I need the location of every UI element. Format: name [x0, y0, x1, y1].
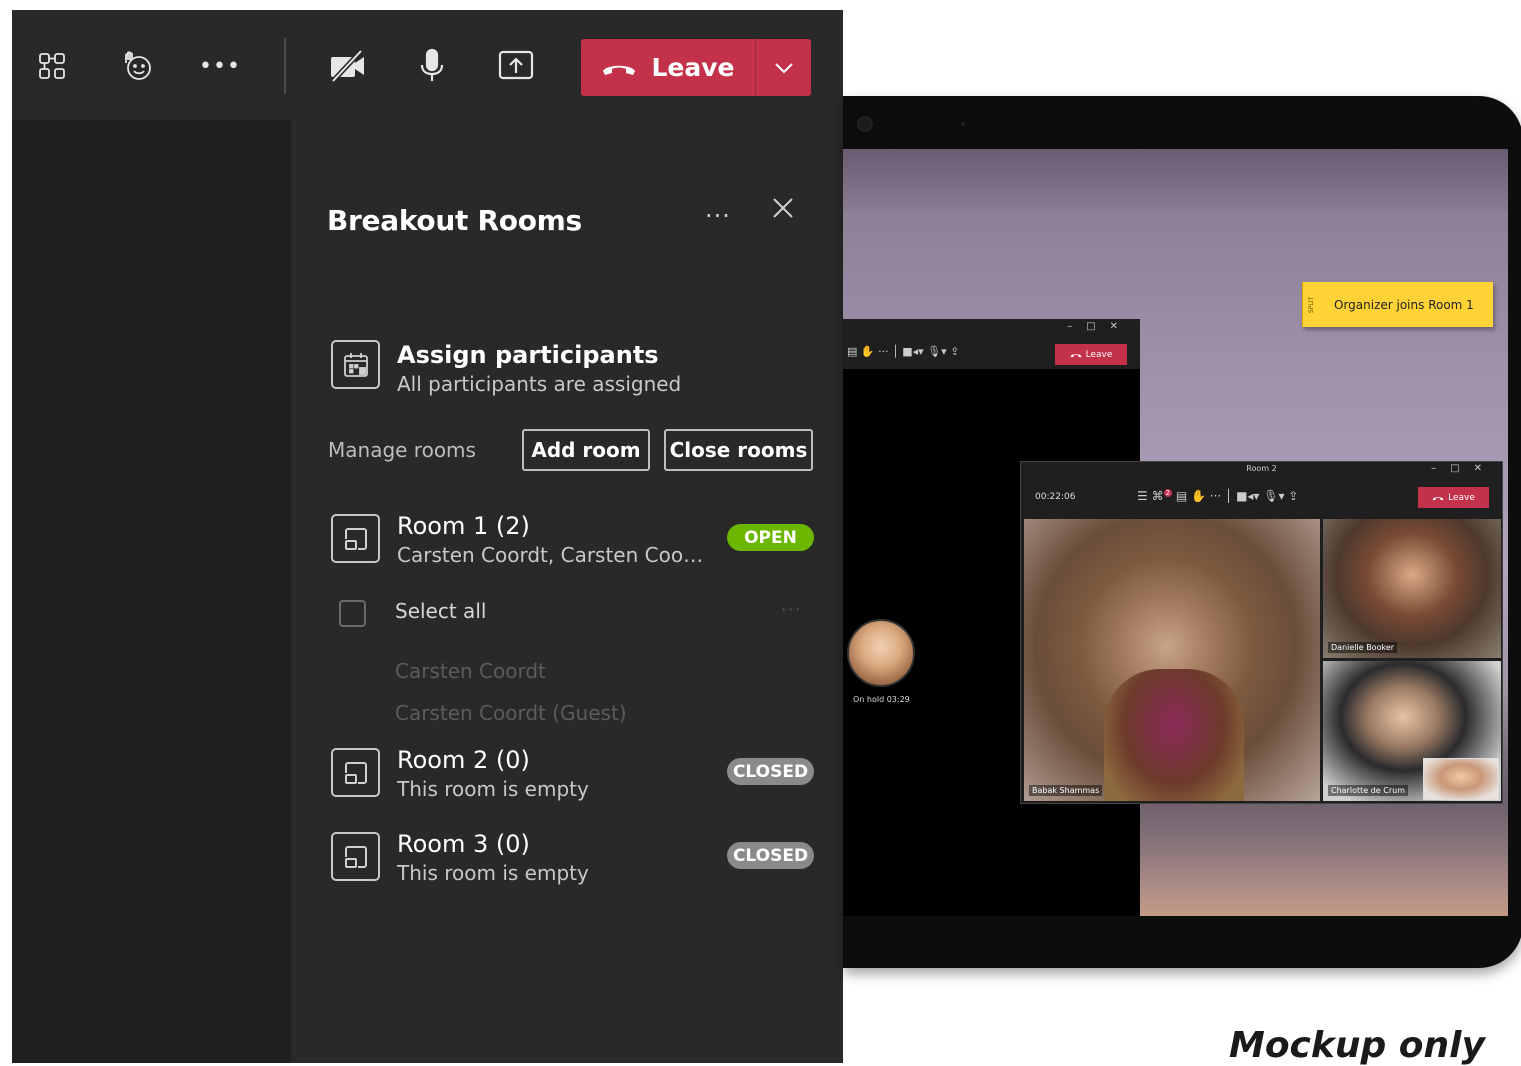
tablet-mockup: SPLIT Organizer joins Room 1 –□✕ ▤ ✋ ···… — [843, 96, 1521, 968]
room-2-leave-label: Leave — [1448, 492, 1475, 503]
manage-rooms-label: Manage rooms — [328, 438, 476, 462]
room-1-status-badge: OPEN — [727, 524, 814, 551]
room-1-participants: Carsten Coordt, Carsten Coordt ... — [397, 543, 709, 567]
main-call-leave-label: Leave — [1085, 349, 1113, 360]
on-hold-label: On hold 03:29 — [853, 695, 910, 704]
window-controls[interactable]: –□✕ — [1067, 321, 1132, 332]
close-icon[interactable] — [771, 196, 805, 236]
add-room-button[interactable]: Add room — [522, 429, 650, 471]
breakout-rooms-panel: Breakout Rooms ··· Assign participants A… — [291, 120, 843, 1063]
main-call-tools[interactable]: ▤ ✋ ··· │ ■◂▾ 🎙▾ ⇪ — [847, 345, 959, 358]
hang-up-icon — [1070, 353, 1081, 357]
select-all-more-button[interactable]: ··· — [781, 600, 802, 619]
room-1-name[interactable]: Room 1 (2) — [397, 512, 530, 540]
reactions-icon[interactable] — [117, 46, 157, 86]
camera-off-icon[interactable] — [328, 46, 368, 86]
sticky-text: Organizer joins Room 1 — [1334, 297, 1474, 312]
leave-button[interactable]: Leave — [581, 39, 811, 96]
teams-meeting-window: ••• Leave Breakout Rooms ··· Assign part… — [12, 10, 843, 1063]
tablet-screen: SPLIT Organizer joins Room 1 –□✕ ▤ ✋ ···… — [843, 149, 1508, 916]
share-screen-icon[interactable] — [496, 46, 536, 86]
leave-label: Leave — [651, 53, 735, 82]
call-timer: 00:22:06 — [1035, 492, 1076, 502]
tablet-camera — [857, 116, 873, 132]
main-call-toolbar: –□✕ ▤ ✋ ··· │ ■◂▾ 🎙▾ ⇪ Leave — [843, 319, 1140, 369]
toolbar-divider — [284, 38, 286, 94]
video-tile-name: Babak Shammas — [1029, 785, 1103, 796]
calendar-grid-icon[interactable] — [331, 340, 380, 389]
room-2-subtitle: This room is empty — [397, 777, 589, 801]
room-icon[interactable] — [331, 748, 380, 797]
sticky-tag: SPLIT — [1302, 282, 1320, 327]
hang-up-icon — [1432, 496, 1444, 500]
main-call-leave-button[interactable]: Leave — [1055, 344, 1127, 365]
sticky-note: SPLIT Organizer joins Room 1 — [1302, 282, 1493, 327]
self-view-tile[interactable] — [1423, 758, 1499, 800]
room-2-window-title: Room 2 — [1246, 464, 1277, 473]
wallpaper-top — [843, 149, 1508, 211]
assign-participants-title[interactable]: Assign participants — [397, 341, 659, 369]
room-2-leave-button[interactable]: Leave — [1418, 487, 1489, 508]
video-tile[interactable]: Babak Shammas — [1024, 519, 1320, 801]
select-all-label[interactable]: Select all — [395, 599, 486, 623]
select-all-checkbox[interactable] — [339, 600, 366, 627]
tablet-sensor — [961, 122, 965, 126]
video-tile-name: Danielle Booker — [1328, 642, 1398, 653]
leave-main[interactable]: Leave — [581, 39, 755, 96]
room-2-tools[interactable]: ☰ ⌘ 2 ▤ ✋ ··· │ ■◂▾ 🎙▾ ⇪ — [1137, 489, 1298, 503]
room-3-status-badge: CLOSED — [727, 842, 814, 869]
participant-item[interactable]: Carsten Coordt (Guest) — [395, 701, 627, 725]
panel-title: Breakout Rooms — [327, 204, 582, 237]
panel-more-options-button[interactable]: ··· — [705, 202, 739, 232]
mockup-caption: Mockup only — [1229, 1025, 1485, 1066]
on-hold-avatar[interactable] — [847, 619, 915, 687]
room-2-name[interactable]: Room 2 (0) — [397, 746, 530, 774]
window-controls[interactable]: –□✕ — [1431, 463, 1496, 474]
room-2-status-badge: CLOSED — [727, 758, 814, 785]
notification-badge: 2 — [1163, 489, 1173, 497]
room-icon[interactable] — [331, 514, 380, 563]
room-3-name[interactable]: Room 3 (0) — [397, 830, 530, 858]
video-tile-name: Charlotte de Crum — [1328, 785, 1408, 796]
meeting-toolbar: ••• Leave — [12, 10, 843, 120]
participant-item[interactable]: Carsten Coordt — [395, 659, 546, 683]
room-3-subtitle: This room is empty — [397, 861, 589, 885]
chevron-down-icon[interactable] — [756, 39, 811, 96]
room-icon[interactable] — [331, 832, 380, 881]
hang-up-icon — [603, 65, 636, 75]
video-tile[interactable]: Danielle Booker — [1323, 519, 1501, 658]
room-2-call-window: Room 2 –□✕ 00:22:06 ☰ ⌘ 2 ▤ ✋ ··· │ ■◂▾ 🎙… — [1020, 461, 1503, 804]
assign-participants-subtitle: All participants are assigned — [397, 372, 682, 396]
microphone-icon[interactable] — [412, 46, 452, 86]
close-rooms-button[interactable]: Close rooms — [664, 429, 813, 471]
meeting-stage — [12, 120, 291, 1063]
breakout-rooms-icon[interactable] — [32, 46, 72, 86]
more-options-icon[interactable]: ••• — [199, 46, 240, 86]
